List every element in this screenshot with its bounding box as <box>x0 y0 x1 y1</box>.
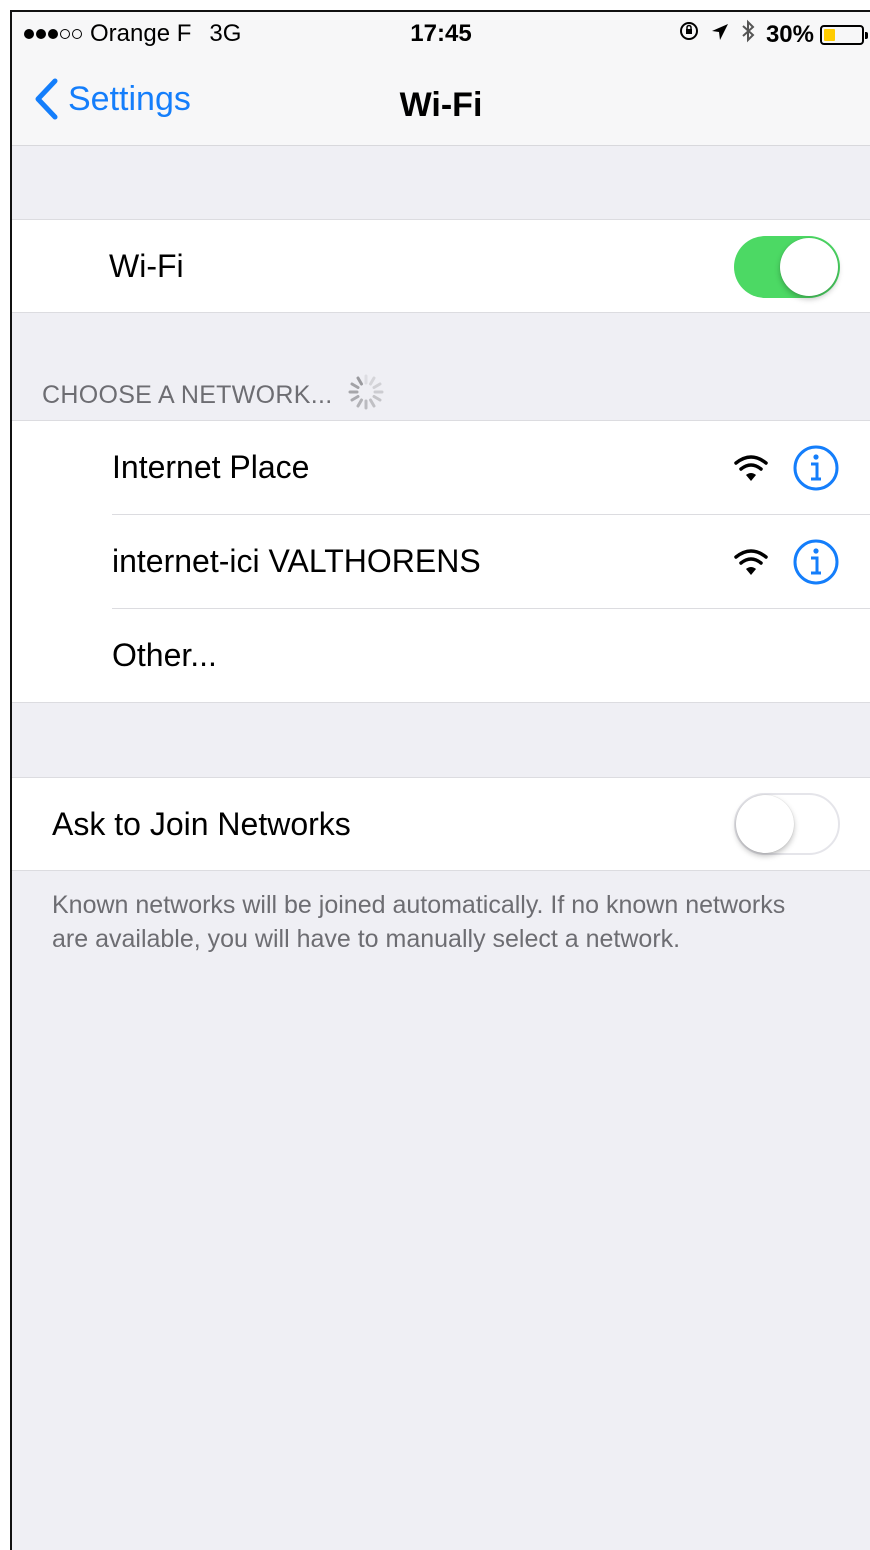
ask-to-join-switch[interactable] <box>734 793 840 855</box>
info-icon[interactable] <box>792 444 840 497</box>
battery-icon <box>820 24 868 45</box>
wifi-toggle-label: Wi-Fi <box>109 248 184 284</box>
status-right: 30% <box>678 19 868 50</box>
wifi-signal-icon <box>734 548 768 581</box>
wifi-switch[interactable] <box>734 236 840 298</box>
network-list: Internet Place internet-ici VALTHORENS O… <box>12 420 870 703</box>
chevron-left-icon <box>35 78 58 120</box>
carrier-name: Orange F <box>90 20 192 47</box>
network-row-other[interactable]: Other... <box>12 609 870 703</box>
network-type: 3G <box>209 20 242 47</box>
phone-screen: Orange F 3G 17:45 30% Settings Wi-Fi Wi-… <box>10 10 870 1550</box>
info-icon[interactable] <box>792 538 840 591</box>
status-left: Orange F 3G <box>24 20 241 48</box>
ask-to-join-cell: Ask to Join Networks <box>12 777 870 871</box>
loading-spinner-icon <box>346 372 386 419</box>
network-row-internet-place[interactable]: Internet Place <box>12 421 870 515</box>
orientation-lock-icon <box>678 20 700 49</box>
network-row-internet-ici[interactable]: internet-ici VALTHORENS <box>12 515 870 609</box>
status-bar: Orange F 3G 17:45 30% <box>12 12 870 56</box>
ask-to-join-label: Ask to Join Networks <box>52 806 351 842</box>
back-button[interactable]: Settings <box>34 78 191 120</box>
navigation-bar: Settings Wi-Fi <box>12 56 870 146</box>
switch-knob <box>780 238 838 296</box>
network-name: Other... <box>112 637 217 673</box>
bluetooth-icon <box>740 19 756 50</box>
section-header-label: CHOOSE A NETWORK... <box>42 381 333 409</box>
signal-strength-icon <box>24 29 84 39</box>
back-button-label: Settings <box>68 79 191 118</box>
wifi-signal-icon <box>734 454 768 487</box>
network-name: internet-ici VALTHORENS <box>112 543 481 579</box>
battery-percent: 30% <box>765 20 814 48</box>
choose-network-header: CHOOSE A NETWORK... <box>42 372 386 419</box>
network-name: Internet Place <box>112 449 310 485</box>
ask-to-join-footer: Known networks will be joined automatica… <box>52 891 786 953</box>
location-arrow-icon <box>710 21 730 49</box>
wifi-toggle-cell: Wi-Fi <box>12 219 870 313</box>
switch-knob <box>736 795 794 853</box>
